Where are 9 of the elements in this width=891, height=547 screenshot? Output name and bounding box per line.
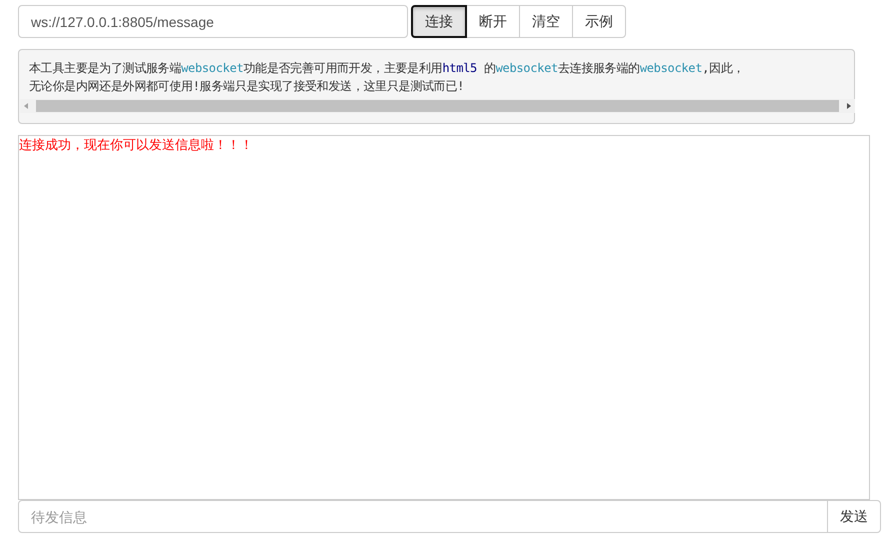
url-field[interactable]: ws://127.0.0.1:8805/message	[18, 5, 408, 38]
message-field[interactable]: 待发信息	[18, 500, 828, 533]
toolbar-button[interactable]: 示例	[572, 5, 626, 38]
send-button[interactable]: 发送	[828, 500, 881, 533]
info-text: 本工具主要是为了测试服务端websocket功能是否完善可用而开发，主要是利用html5 的websocket去连接服务端的websocket,因此， 无论你是内网还是外网都可使用!服务端只是实现了接受和发送，这里只是测试而已!	[28, 60, 746, 95]
log-message: 连接成功，现在你可以发送信息啦！！！	[19, 136, 254, 154]
toolbar-button[interactable]: 断开	[466, 5, 520, 38]
toolbar-button[interactable]: 清空	[519, 5, 573, 38]
connect-button[interactable]: 连接	[411, 5, 467, 38]
